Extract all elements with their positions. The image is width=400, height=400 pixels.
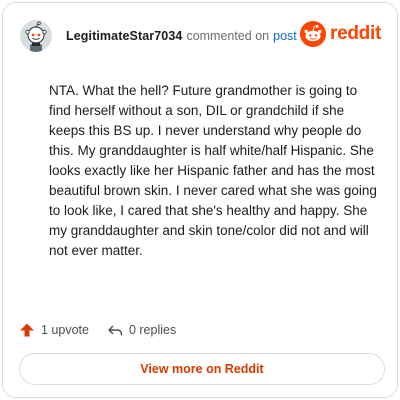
reply-arrow-icon [108, 325, 123, 336]
commented-on-text: commented on [186, 29, 270, 43]
upvote-arrow-icon [20, 323, 34, 337]
comment-embed-card: LegitimateStar7034 commented on post reddi… [2, 2, 398, 398]
reddit-wordmark: reddit [330, 23, 381, 44]
comment-actions: 1 upvote 0 replies [19, 320, 194, 340]
username-link[interactable]: LegitimateStar7034 [66, 29, 182, 43]
upvote-action[interactable]: 1 upvote [19, 322, 89, 338]
post-link[interactable]: post [273, 29, 297, 43]
reddit-brand-link[interactable]: reddit [300, 21, 381, 47]
comment-body: NTA. What the hell? Future grandmother i… [49, 83, 377, 258]
reply-count: 0 replies [128, 323, 177, 337]
reply-action[interactable]: 0 replies [107, 322, 176, 338]
snoo-avatar-icon[interactable] [20, 20, 52, 52]
comment-meta: LegitimateStar7034 commented on post [66, 28, 297, 44]
upvote-count: 1 upvote [41, 323, 89, 337]
reddit-logo-icon [300, 21, 327, 47]
view-more-button[interactable]: View more on Reddit [19, 353, 385, 385]
comment-header: LegitimateStar7034 commented on post reddi… [20, 17, 381, 55]
